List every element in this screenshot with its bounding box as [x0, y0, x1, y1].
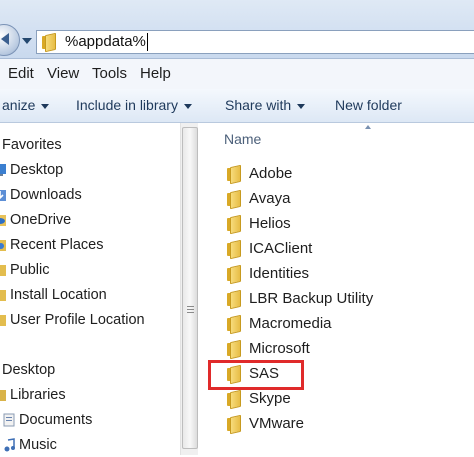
folder-icon: [0, 265, 6, 276]
folder-name: Skype: [249, 390, 291, 407]
navigation-pane: Favorites Desktop Downloads OneDrive Rec…: [0, 123, 180, 455]
folder-icon: [42, 32, 58, 53]
list-item[interactable]: Avaya: [224, 187, 464, 211]
folder-icon: [0, 315, 6, 326]
folder-name: Identities: [249, 265, 310, 282]
list-item[interactable]: ICAClient: [224, 237, 464, 261]
new-folder-button[interactable]: New folder: [335, 97, 402, 113]
address-bar-row: %appdata%: [0, 0, 474, 59]
folder-icon: [227, 364, 243, 385]
menu-tools[interactable]: Tools: [92, 65, 127, 82]
name-column-header[interactable]: Name: [224, 131, 261, 147]
nav-item-label: Recent Places: [10, 237, 104, 253]
nav-item-documents[interactable]: Documents: [0, 410, 180, 432]
nav-desktop-header[interactable]: Desktop: [0, 360, 180, 382]
nav-item-music[interactable]: Music: [0, 435, 180, 457]
share-with-button[interactable]: Share with: [225, 97, 306, 113]
folder-icon: [227, 214, 243, 235]
back-button[interactable]: [0, 24, 20, 56]
documents-icon: [3, 413, 15, 427]
folder-icon: [227, 289, 243, 310]
nav-item-label: OneDrive: [10, 212, 72, 228]
nav-item-label: Desktop: [10, 162, 64, 178]
folder-icon: [227, 389, 243, 410]
nav-item-install-location[interactable]: Install Location: [0, 285, 180, 307]
list-item[interactable]: Microsoft: [224, 337, 464, 361]
list-item[interactable]: Skype: [224, 387, 464, 411]
nav-pane-scrollbar[interactable]: [180, 123, 199, 455]
folder-icon: [0, 290, 6, 301]
address-text[interactable]: %appdata%: [65, 33, 148, 51]
nav-item-public[interactable]: Public: [0, 260, 180, 282]
folder-name: Macromedia: [249, 315, 332, 332]
nav-item-downloads[interactable]: Downloads: [0, 185, 180, 207]
folder-name: LBR Backup Utility: [249, 290, 374, 307]
organize-button[interactable]: anize: [2, 97, 50, 113]
nav-item-label: Public: [10, 262, 50, 278]
nav-favorites-header[interactable]: Favorites: [0, 135, 180, 157]
chevron-down-icon: [41, 103, 50, 109]
menu-view[interactable]: View: [47, 65, 79, 82]
folder-icon: [227, 314, 243, 335]
include-label: Include in library: [76, 97, 178, 113]
menu-edit[interactable]: Edit: [8, 65, 34, 82]
nav-item-label: Libraries: [10, 387, 66, 403]
desktop-icon: [0, 164, 6, 176]
nav-item-label: User Profile Location: [10, 312, 145, 328]
sort-ascending-icon: [365, 125, 371, 129]
folder-icon: [227, 189, 243, 210]
grip-icon: [187, 306, 194, 313]
folder-name: ICAClient: [249, 240, 313, 257]
nav-item-label: Documents: [19, 412, 93, 428]
list-item[interactable]: Adobe: [224, 162, 464, 186]
nav-item-onedrive[interactable]: OneDrive: [0, 210, 180, 232]
nav-item-label: Install Location: [10, 287, 107, 303]
downloads-icon: [0, 190, 6, 201]
include-in-library-button[interactable]: Include in library: [76, 97, 192, 113]
folder-icon: [227, 264, 243, 285]
desktop-header-label: Desktop: [2, 362, 56, 378]
chevron-down-icon: [297, 103, 306, 109]
back-arrow-icon: [1, 33, 9, 45]
address-input[interactable]: %appdata%: [36, 30, 474, 54]
folder-icon: [227, 339, 243, 360]
command-toolbar: anize Include in library Share with New …: [0, 89, 474, 123]
nav-item-libraries[interactable]: Libraries: [0, 385, 180, 407]
folder-name: Helios: [249, 215, 291, 232]
favorites-label: Favorites: [2, 137, 62, 153]
recent-pages-dropdown-icon[interactable]: [22, 38, 32, 44]
folder-name: Microsoft: [249, 340, 310, 357]
folder-name: Avaya: [249, 190, 291, 207]
music-icon: [4, 438, 15, 452]
file-list-pane: Name Adobe Avaya Helios ICAClient Identities…: [198, 123, 474, 455]
menu-help[interactable]: Help: [140, 65, 171, 82]
list-item[interactable]: Helios: [224, 212, 464, 236]
nav-item-recent-places[interactable]: Recent Places: [0, 235, 180, 257]
onedrive-icon: [0, 215, 6, 226]
new-folder-label: New folder: [335, 97, 402, 113]
nav-item-label: Music: [19, 437, 57, 453]
organize-label: anize: [2, 97, 36, 113]
list-item[interactable]: SAS: [224, 362, 464, 386]
nav-item-desktop[interactable]: Desktop: [0, 160, 180, 182]
libraries-icon: [0, 390, 6, 401]
list-item[interactable]: Macromedia: [224, 312, 464, 336]
nav-item-user-profile-location[interactable]: User Profile Location: [0, 310, 180, 332]
folder-icon: [227, 164, 243, 185]
folder-name: SAS: [249, 365, 280, 382]
folder-icon: [227, 239, 243, 260]
nav-item-label: Downloads: [10, 187, 82, 203]
folder-name: VMware: [249, 415, 305, 432]
chevron-down-icon: [183, 103, 192, 109]
list-item[interactable]: LBR Backup Utility: [224, 287, 464, 311]
list-item[interactable]: VMware: [224, 412, 464, 436]
folder-icon: [227, 414, 243, 435]
recent-places-icon: [0, 240, 6, 251]
list-item[interactable]: Identities: [224, 262, 464, 286]
share-label: Share with: [225, 97, 292, 113]
folder-name: Adobe: [249, 165, 293, 182]
scrollbar-thumb[interactable]: [182, 127, 198, 449]
menu-bar: Edit View Tools Help: [0, 59, 474, 89]
